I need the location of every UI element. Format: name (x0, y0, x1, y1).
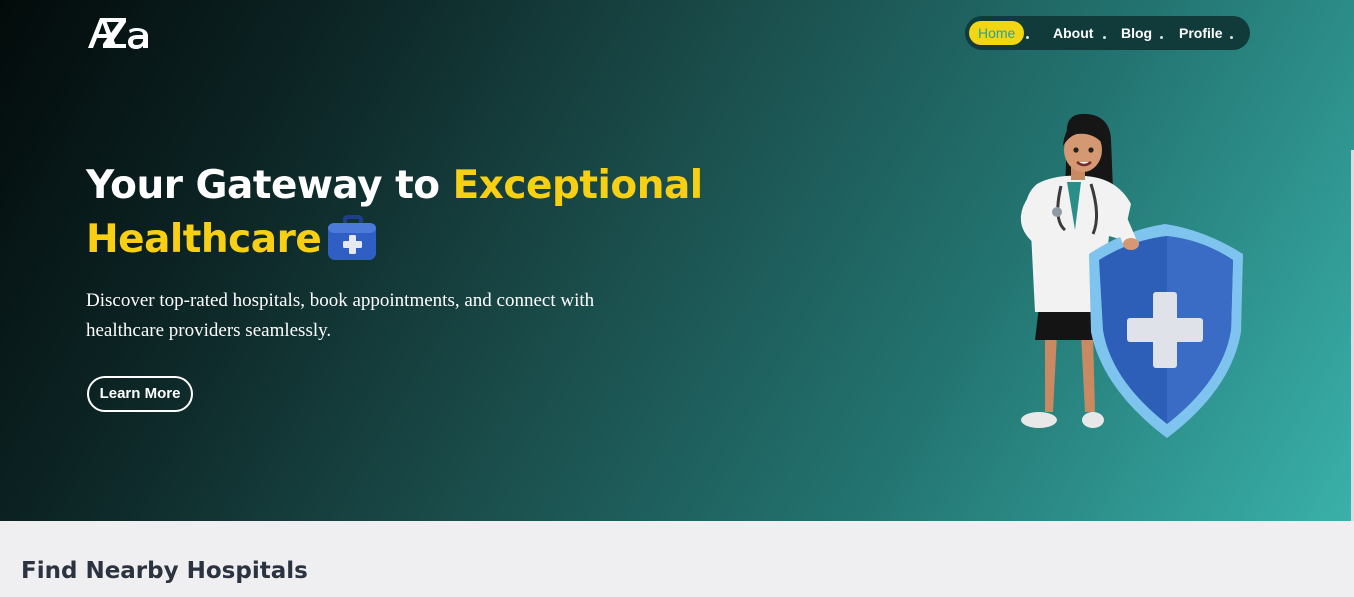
nav-separator-dot (1026, 36, 1029, 39)
hero-section: Home About Blog Profile Your Gateway to … (0, 0, 1354, 521)
nav-separator-dot (1230, 36, 1233, 39)
nav-profile[interactable]: Profile (1179, 16, 1223, 50)
section-title: Find Nearby Hospitals (21, 558, 308, 584)
hero-title-highlight-2: Healthcare (86, 217, 322, 262)
nav-separator-dot (1160, 36, 1163, 39)
hero-title-part1: Your Gateway to (86, 163, 440, 208)
learn-more-button[interactable]: Learn More (87, 376, 193, 412)
hero-title-highlight-1: Exceptional (452, 163, 704, 208)
hero-description: Discover top-rated hospitals, book appoi… (86, 290, 595, 341)
brand-logo[interactable] (86, 14, 152, 54)
hero-title: Your Gateway to Exceptional Healthcare (86, 160, 726, 266)
nav-separator-dot (1103, 36, 1106, 39)
nav-blog[interactable]: Blog (1121, 16, 1152, 50)
nav-about[interactable]: About (1053, 16, 1093, 50)
main-nav: Home About Blog Profile (965, 16, 1250, 50)
nav-home[interactable]: Home (969, 21, 1025, 45)
doctor-with-shield-illustration (1020, 113, 1243, 438)
first-aid-kit-icon (328, 215, 377, 260)
